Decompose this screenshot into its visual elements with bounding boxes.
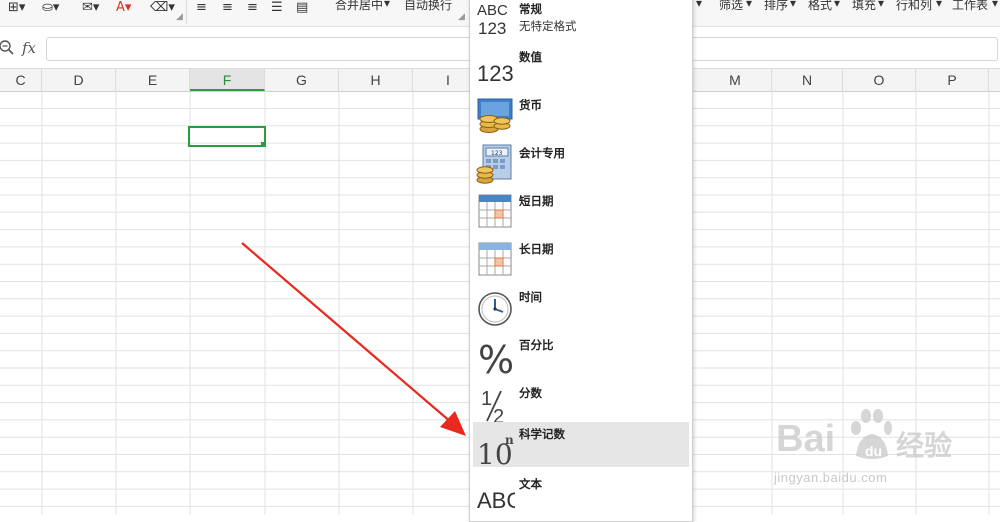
svg-text:1: 1 bbox=[481, 388, 492, 410]
accounting-calculator-icon: 123 bbox=[476, 144, 512, 184]
watermark-brand-cn: 经验 bbox=[896, 429, 953, 462]
number-format-dropdown: ABC 123 常规 无特定格式 123 数值 货币 123 会计专用 短日期 … bbox=[469, 0, 693, 522]
text-abc-icon: ABC bbox=[477, 488, 515, 513]
short-date-calendar-icon bbox=[478, 194, 512, 228]
currency-coins-icon bbox=[477, 98, 513, 133]
format-label: 时间 bbox=[519, 290, 542, 304]
baidu-jingyan-watermark: Bai du 经验 jingyan.baidu.com bbox=[774, 400, 956, 495]
format-accounting[interactable]: 123 会计专用 bbox=[473, 141, 689, 186]
format-label: 数值 bbox=[519, 50, 542, 64]
format-percent[interactable]: % 百分比 bbox=[473, 333, 689, 378]
svg-text:123: 123 bbox=[478, 19, 506, 38]
watermark-brand: Bai bbox=[776, 418, 836, 460]
format-sublabel: 无特定格式 bbox=[519, 19, 577, 33]
svg-text:ABC: ABC bbox=[477, 2, 508, 19]
format-label: 会计专用 bbox=[519, 146, 565, 160]
svg-text:du: du bbox=[865, 443, 882, 459]
paw-logo-icon: du bbox=[851, 409, 892, 459]
abc-123-icon: ABC 123 bbox=[477, 2, 508, 38]
scientific-notation-icon: 10 n bbox=[477, 433, 514, 466]
svg-text:123: 123 bbox=[477, 61, 514, 86]
format-number[interactable]: 123 数值 bbox=[473, 45, 689, 90]
format-general[interactable]: ABC 123 常规 无特定格式 bbox=[473, 0, 689, 42]
watermark-url: jingyan.baidu.com bbox=[774, 470, 888, 485]
format-label: 文本 bbox=[519, 477, 542, 491]
format-label: 科学记数 bbox=[519, 427, 565, 441]
svg-text:%: % bbox=[478, 338, 514, 377]
format-short-date[interactable]: 短日期 bbox=[473, 189, 689, 234]
format-text[interactable]: ABC 文本 bbox=[473, 472, 689, 517]
format-label: 常规 bbox=[519, 2, 542, 16]
format-label: 长日期 bbox=[519, 242, 554, 256]
format-label: 分数 bbox=[519, 386, 542, 400]
format-scientific[interactable]: 10 n 科学记数 bbox=[473, 422, 689, 467]
clock-icon bbox=[478, 292, 512, 326]
long-date-calendar-icon bbox=[478, 242, 512, 276]
fraction-icon: 1 2 bbox=[481, 388, 504, 425]
number-123-icon: 123 bbox=[477, 61, 514, 86]
svg-text:ABC: ABC bbox=[477, 488, 515, 513]
format-fraction[interactable]: 1 2 分数 bbox=[473, 381, 689, 426]
percent-icon: % bbox=[478, 338, 514, 377]
format-currency[interactable]: 货币 bbox=[473, 93, 689, 138]
format-long-date[interactable]: 长日期 bbox=[473, 237, 689, 282]
svg-text:123: 123 bbox=[491, 150, 503, 157]
format-label: 货币 bbox=[519, 98, 542, 112]
svg-text:n: n bbox=[505, 433, 514, 447]
format-time[interactable]: 时间 bbox=[473, 285, 689, 330]
format-label: 短日期 bbox=[519, 194, 554, 208]
format-label: 百分比 bbox=[519, 338, 554, 352]
